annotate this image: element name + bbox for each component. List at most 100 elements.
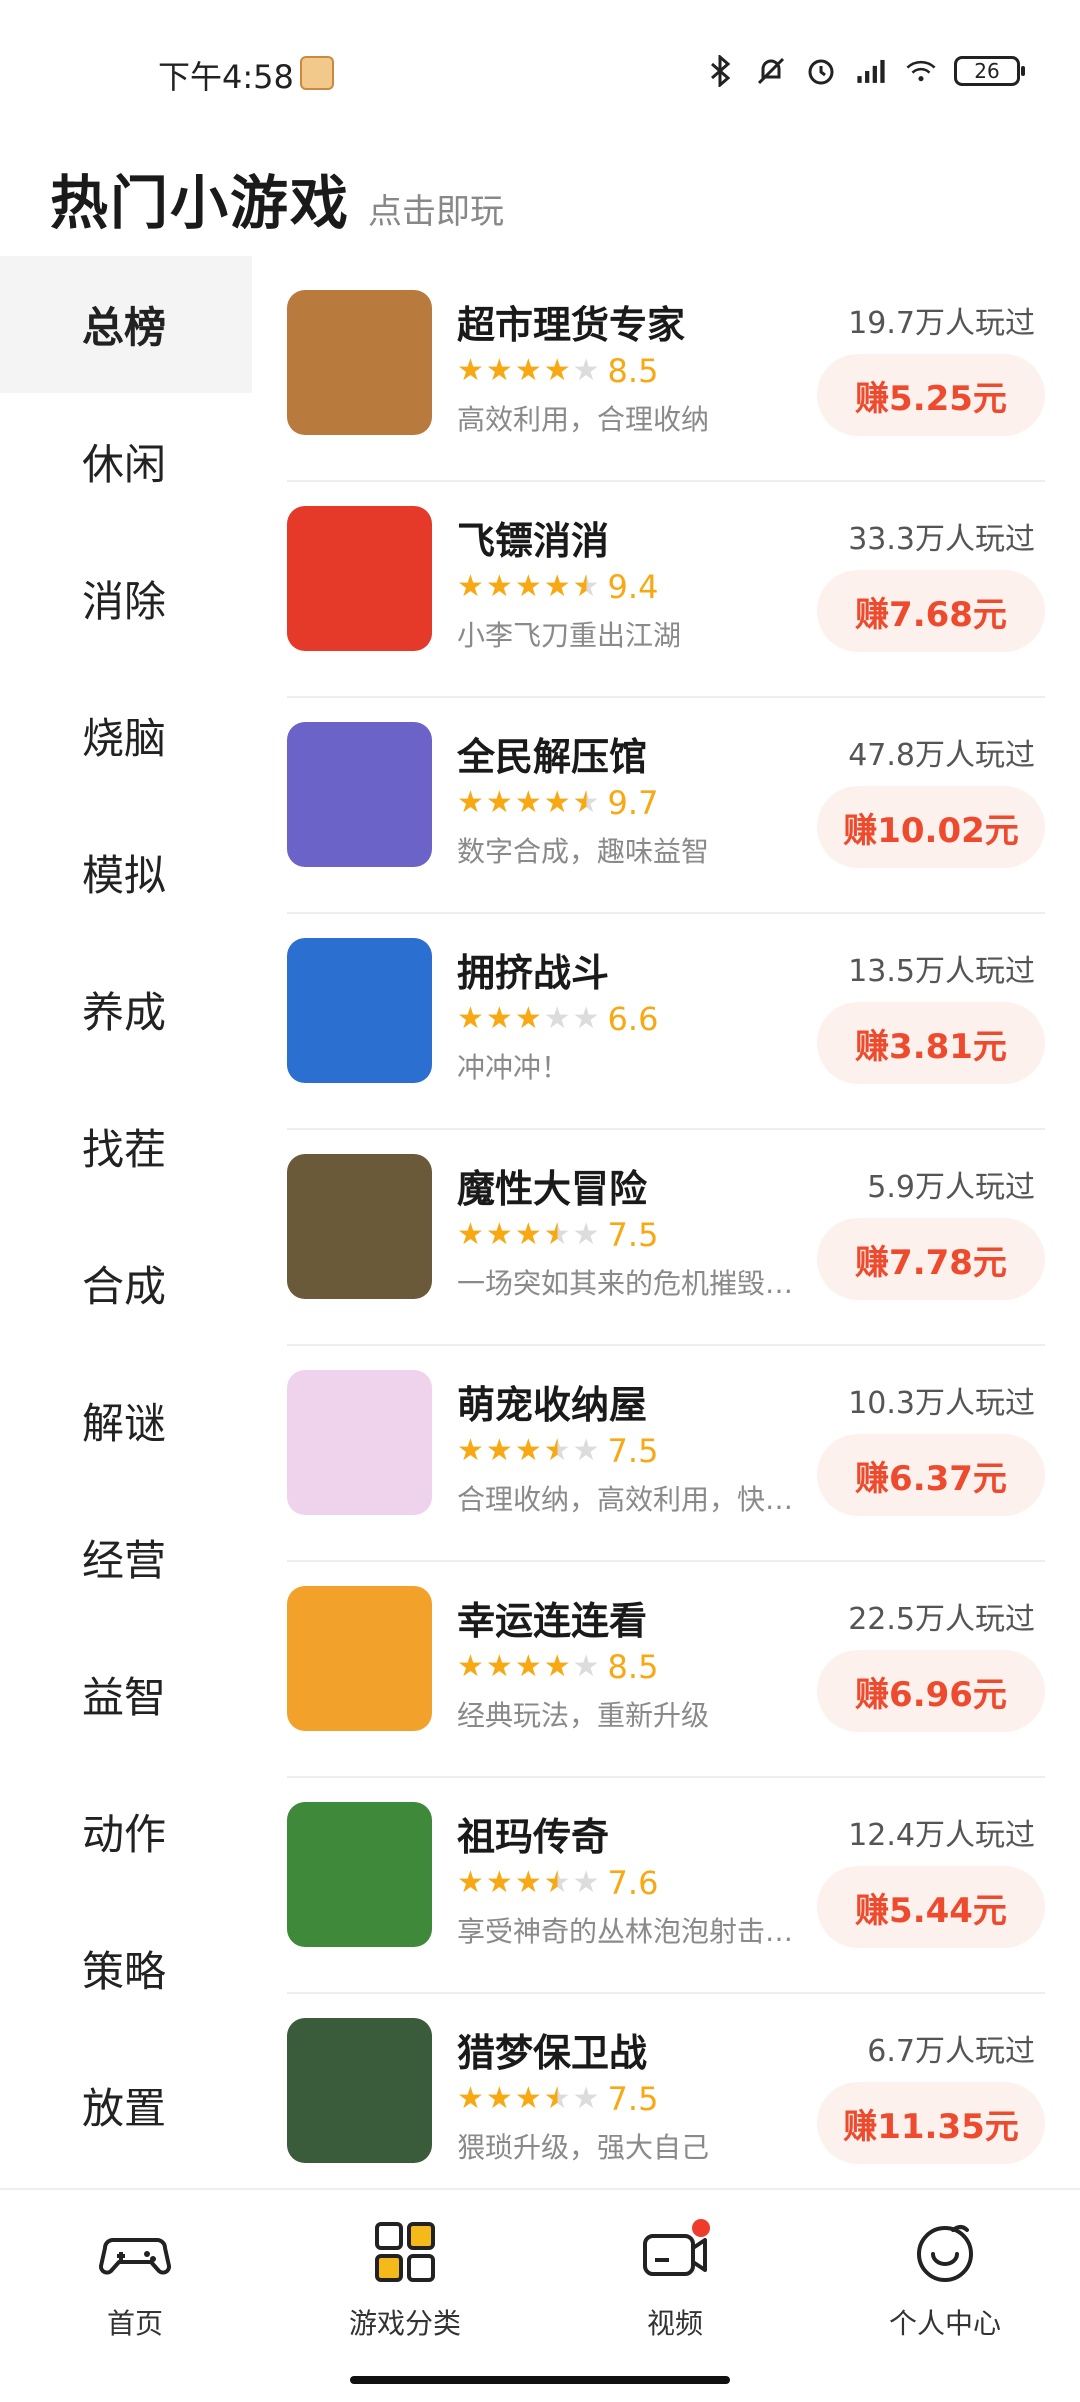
game-score: 6.6 xyxy=(607,1000,659,1038)
tab-video[interactable]: 视频 xyxy=(575,2216,775,2342)
game-row[interactable]: 超市理货专家 ★ ★ ★ ★ ★ 8.5 高效利用，合理收纳 19.7万人玩过 赚5.25… xyxy=(287,266,1045,482)
earn-button[interactable]: 赚5.25元 xyxy=(817,354,1045,436)
earn-button[interactable]: 赚7.68元 xyxy=(817,570,1045,652)
sidebar-item-casual[interactable]: 休闲 xyxy=(0,393,252,530)
game-thumbnail[interactable] xyxy=(287,1802,432,1947)
star-icon: ★ xyxy=(457,1001,484,1036)
sidebar-item-puzzle[interactable]: 解谜 xyxy=(0,1352,252,1489)
game-thumbnail[interactable] xyxy=(287,1154,432,1299)
star-rating-icon: ★ ★ ★ ★ ★ xyxy=(457,1004,600,1034)
game-thumbnail[interactable] xyxy=(287,2018,432,2163)
earn-button[interactable]: 赚6.96元 xyxy=(817,1650,1045,1732)
star-icon: ★ xyxy=(572,785,600,820)
game-thumbnail[interactable] xyxy=(287,506,432,651)
game-name: 祖玛传奇 xyxy=(457,1815,610,1859)
game-description: 数字合成，趣味益智 xyxy=(457,835,710,868)
sidebar-item-management[interactable]: 经营 xyxy=(0,1489,252,1626)
sidebar-item-brain[interactable]: 烧脑 xyxy=(0,667,252,804)
game-description: 高效利用，合理收纳 xyxy=(457,403,710,436)
game-row[interactable]: 萌宠收纳屋 ★★★★★7.5 合理收纳，高效利用，快来挑战 10.3万人玩过 赚… xyxy=(287,1346,1045,1562)
sidebar-item-idle[interactable]: 放置 xyxy=(0,2037,252,2174)
wifi-icon xyxy=(904,54,938,88)
game-rating: ★ ★ ★ ★ ★ 6.6 xyxy=(457,1000,658,1038)
star-icon: ★ xyxy=(572,1865,600,1900)
earn-button[interactable]: 赚11.35元 xyxy=(817,2082,1045,2164)
star-rating-icon: ★ ★ ★ ★ ★ xyxy=(457,788,600,818)
game-row[interactable]: 魔性大冒险 ★ ★ ★ ★ ★ 7.5 一场突如其来的危机摧毁了... 5.9万人玩过 赚… xyxy=(287,1130,1045,1346)
earn-button[interactable]: 赚10.02元 xyxy=(817,786,1045,868)
sidebar-item-action[interactable]: 动作 xyxy=(0,1763,252,1900)
smiley-profile-icon xyxy=(909,2216,981,2288)
star-icon: ★ xyxy=(514,353,542,388)
game-row[interactable]: 祖玛传奇 ★ ★ ★ ★ ★ 7.6 享受神奇的丛林泡泡射击游戏 12.4万人玩过 赚5.… xyxy=(287,1778,1045,1994)
star-icon: ★ xyxy=(572,569,600,604)
star-rating-icon: ★ ★ ★ ★ ★ xyxy=(457,572,600,602)
game-row[interactable]: 全民解压馆 ★ ★ ★ ★ ★ 9.7 数字合成，趣味益智 47.8万人玩过 赚10.02… xyxy=(287,698,1045,914)
game-description: 享受神奇的丛林泡泡射击游戏 xyxy=(457,1915,797,1948)
star-icon: ★ xyxy=(543,2081,571,2116)
star-icon: ★ xyxy=(485,785,513,820)
star-rating-icon: ★ ★ ★ ★ ★ xyxy=(457,1220,600,1250)
game-thumbnail[interactable] xyxy=(287,1586,432,1731)
game-score: 8.5 xyxy=(607,1648,659,1686)
sidebar-item-overall[interactable]: 总榜 xyxy=(0,256,252,393)
star-icon: ★ xyxy=(543,1217,571,1252)
game-row[interactable]: 飞镖消消 ★ ★ ★ ★ ★ 9.4 小李飞刀重出江湖 33.3万人玩过 赚7.68元 xyxy=(287,482,1045,698)
tab-label: 视频 xyxy=(646,2307,703,2340)
tab-profile[interactable]: 个人中心 xyxy=(845,2216,1045,2342)
category-grid-icon xyxy=(369,2216,441,2288)
bluetooth-icon xyxy=(704,54,738,88)
earn-button[interactable]: 赚3.81元 xyxy=(817,1002,1045,1084)
star-icon: ★ xyxy=(572,1649,600,1684)
tab-home[interactable]: 首页 xyxy=(35,2216,235,2342)
sidebar-item-merge[interactable]: 合成 xyxy=(0,1215,252,1352)
game-thumbnail[interactable] xyxy=(287,722,432,867)
star-icon: ★ xyxy=(485,2081,513,2116)
game-rating: ★ ★ ★ ★ ★ 7.5 xyxy=(457,2080,658,2118)
game-thumbnail[interactable] xyxy=(287,938,432,1083)
sidebar-item-strategy[interactable]: 策略 xyxy=(0,1900,252,2037)
game-list: 超市理货专家 ★ ★ ★ ★ ★ 8.5 高效利用，合理收纳 19.7万人玩过 赚5.25… xyxy=(287,266,1045,2210)
game-thumbnail[interactable] xyxy=(287,1370,432,1515)
game-rating: ★ ★ ★ ★ ★ 8.5 xyxy=(457,352,658,390)
star-icon: ★ xyxy=(485,1433,513,1468)
earn-button[interactable]: 赚5.44元 xyxy=(817,1866,1045,1948)
star-rating-icon: ★ ★ ★ ★ ★ xyxy=(457,356,600,386)
bottom-tab-bar: 首页 游戏分类 视频 个人中心 xyxy=(0,2188,1080,2402)
sidebar-item-simulation[interactable]: 模拟 xyxy=(0,804,252,941)
game-rating: ★ ★ ★ ★ ★ 9.7 xyxy=(457,784,658,822)
star-icon: ★ xyxy=(543,353,571,388)
sidebar-item-educational[interactable]: 益智 xyxy=(0,1626,252,1763)
tab-game-categories[interactable]: 游戏分类 xyxy=(305,2216,505,2342)
game-name: 魔性大冒险 xyxy=(457,1167,648,1211)
game-description: 小李飞刀重出江湖 xyxy=(457,619,682,652)
star-icon: ★ xyxy=(543,1433,571,1468)
earn-button[interactable]: 赚7.78元 xyxy=(817,1218,1045,1300)
earn-button[interactable]: 赚6.37元 xyxy=(817,1434,1045,1516)
star-icon: ★ xyxy=(485,1217,513,1252)
game-name: 全民解压馆 xyxy=(457,735,648,779)
game-play-count: 6.7万人玩过 xyxy=(867,2034,1035,2069)
game-row[interactable]: 拥挤战斗 ★ ★ ★ ★ ★ 6.6 冲冲冲！ 13.5万人玩过 赚3.81元 xyxy=(287,914,1045,1130)
status-icons: 26 xyxy=(704,54,1025,88)
star-icon: ★ xyxy=(514,569,542,604)
star-icon: ★ xyxy=(572,1217,600,1252)
game-name: 猎梦保卫战 xyxy=(457,2031,648,2075)
sidebar-item-nurture[interactable]: 养成 xyxy=(0,941,252,1078)
sidebar-item-match[interactable]: 消除 xyxy=(0,530,252,667)
star-icon: ★ xyxy=(457,1217,484,1252)
game-name: 萌宠收纳屋 xyxy=(457,1383,648,1427)
game-score: 9.4 xyxy=(607,568,659,606)
video-camera-icon xyxy=(639,2216,711,2288)
star-rating-icon: ★ ★ ★ ★ ★ xyxy=(457,1652,600,1682)
tab-label: 首页 xyxy=(106,2307,163,2340)
game-thumbnail[interactable] xyxy=(287,290,432,435)
game-play-count: 33.3万人玩过 xyxy=(848,522,1035,557)
game-row[interactable]: 猎梦保卫战 ★ ★ ★ ★ ★ 7.5 猥琐升级，强大自己 6.7万人玩过 赚11.35元 xyxy=(287,1994,1045,2210)
star-icon: ★ xyxy=(457,2081,484,2116)
game-row[interactable]: 幸运连连看 ★ ★ ★ ★ ★ 8.5 经典玩法，重新升级 22.5万人玩过 赚6.96元 xyxy=(287,1562,1045,1778)
category-sidebar: 总榜 休闲 消除 烧脑 模拟 养成 找茬 合成 解谜 经营 益智 动作 策略 放… xyxy=(0,256,252,2174)
game-score: 9.7 xyxy=(607,784,659,822)
game-play-count: 47.8万人玩过 xyxy=(848,738,1035,773)
sidebar-item-spot-difference[interactable]: 找茬 xyxy=(0,1078,252,1215)
